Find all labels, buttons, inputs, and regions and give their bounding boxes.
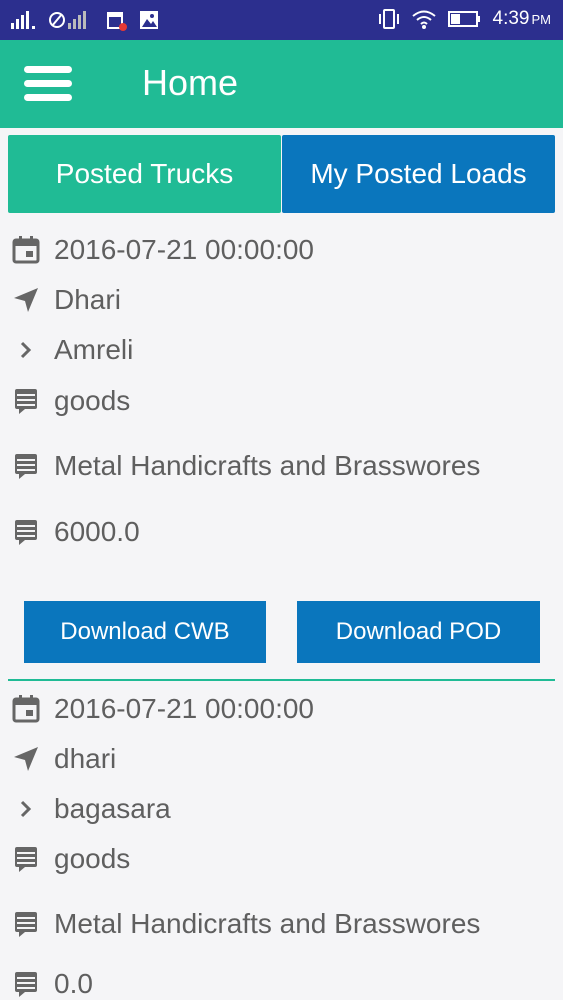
load-to-text: Amreli	[54, 334, 134, 365]
menu-icon[interactable]	[24, 66, 74, 102]
load-company-text: Metal Handicrafts and Brasswores	[54, 908, 481, 939]
calendar-notification-icon	[107, 12, 127, 31]
load-to: bagasara	[10, 793, 171, 825]
status-time: 4:39 PM	[492, 8, 551, 29]
image-notification-icon	[140, 11, 158, 29]
load-date: 2016-07-21 00:00:00	[10, 234, 314, 266]
load-from: dhari	[10, 743, 116, 775]
load-material-text: goods	[54, 385, 131, 416]
load-to: Amreli	[10, 334, 133, 366]
wifi-icon	[411, 10, 436, 29]
tab-posted-trucks[interactable]: Posted Trucks	[8, 135, 281, 213]
load-from-text: dhari	[54, 743, 117, 774]
notes-icon	[10, 385, 42, 417]
load-material: goods	[10, 843, 130, 875]
load-company-text: Metal Handicrafts and Brasswores	[54, 450, 481, 481]
load-date: 2016-07-21 00:00:00	[10, 693, 314, 725]
load-date-text: 2016-07-21 00:00:00	[54, 234, 314, 265]
notes-icon	[10, 968, 42, 1000]
card-divider	[8, 679, 555, 681]
chevron-right-icon	[10, 793, 42, 825]
notes-icon	[10, 450, 42, 482]
load-amount: 6000.0	[10, 516, 140, 548]
load-amount-text: 6000.0	[54, 516, 140, 547]
load-material: goods	[10, 385, 130, 417]
navigation-arrow-icon	[10, 284, 42, 316]
load-company: Metal Handicrafts and Brasswores	[10, 450, 480, 482]
load-amount-text: 0.0	[54, 968, 93, 999]
load-to-text: bagasara	[54, 793, 171, 824]
navigation-arrow-icon	[10, 743, 42, 775]
download-cwb-button[interactable]: Download CWB	[24, 601, 266, 663]
status-bar: 4:39 PM	[0, 0, 563, 40]
load-company: Metal Handicrafts and Brasswores	[10, 908, 480, 940]
signal-icon	[11, 11, 35, 29]
app-bar: Home	[0, 40, 563, 128]
notes-icon	[10, 908, 42, 940]
calendar-icon	[10, 693, 42, 725]
load-from-text: Dhari	[54, 284, 121, 315]
download-pod-button[interactable]: Download POD	[297, 601, 540, 663]
load-amount: 0.0	[10, 968, 93, 1000]
tab-my-posted-loads[interactable]: My Posted Loads	[282, 135, 555, 213]
calendar-icon	[10, 234, 42, 266]
load-date-text: 2016-07-21 00:00:00	[54, 693, 314, 724]
load-material-text: goods	[54, 843, 131, 874]
chevron-right-icon	[10, 334, 42, 366]
notes-icon	[10, 516, 42, 548]
no-sim-signal-icon	[49, 11, 86, 29]
load-from: Dhari	[10, 284, 121, 316]
page-title: Home	[142, 62, 239, 103]
vibrate-icon	[378, 9, 399, 29]
notes-icon	[10, 843, 42, 875]
battery-icon	[447, 11, 480, 27]
